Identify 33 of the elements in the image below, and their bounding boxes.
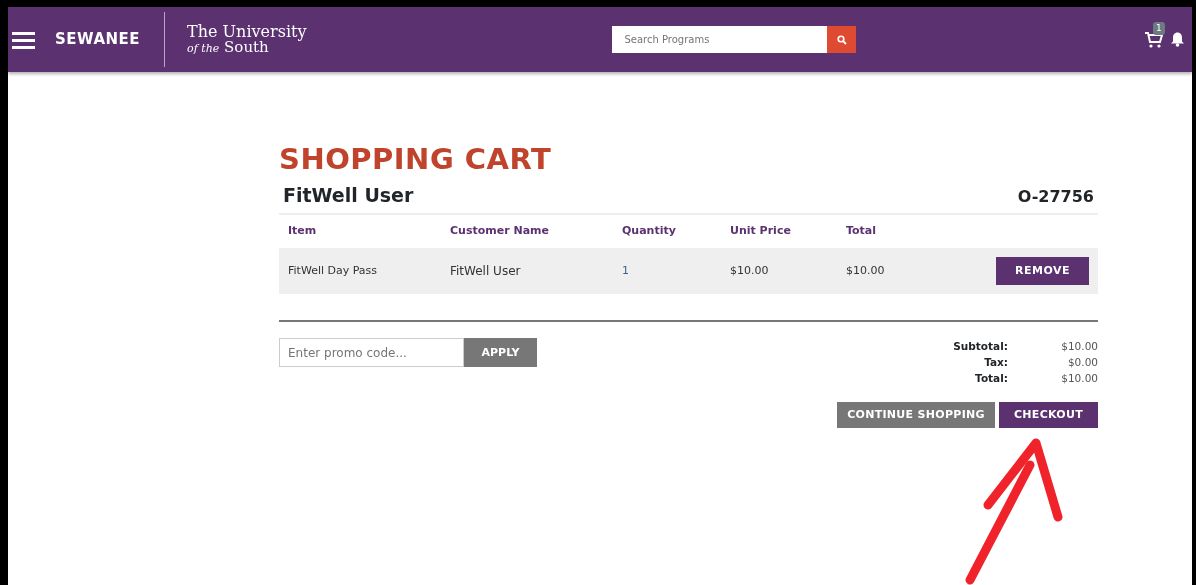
bell-icon[interactable] (1171, 32, 1184, 47)
search-icon (836, 34, 847, 45)
university-logo[interactable]: The University of the South (187, 24, 307, 55)
summary-value: $10.00 (1061, 340, 1098, 353)
table-cell: 1 (622, 263, 629, 277)
cart-icon[interactable] (1145, 31, 1163, 48)
continue-shopping-button[interactable]: CONTINUE SHOPPING (837, 402, 995, 429)
page-title: SHOPPING CART (279, 142, 553, 177)
summary-value: $10.00 (1061, 372, 1098, 385)
table-cell: FitWell User (450, 263, 521, 278)
summary-label: Tax: (984, 356, 1008, 369)
customer-name: FitWell User (283, 182, 414, 208)
cart-count: 1 (1153, 21, 1165, 35)
search-field[interactable]: Search Programs (612, 26, 828, 53)
order-number: O-27756 (1017, 186, 1094, 209)
menu-icon[interactable] (12, 30, 35, 49)
column-header: Quantity (622, 224, 676, 238)
promo-code-field[interactable]: Enter promo code... (279, 338, 464, 368)
table-cell: FitWell Day Pass (288, 263, 378, 277)
column-header: Total (846, 224, 877, 238)
column-header: Item (288, 224, 317, 238)
apply-button[interactable]: APPLY (464, 338, 537, 368)
column-header: Unit Price (730, 224, 791, 238)
table-cell: $10.00 (846, 263, 885, 277)
search-button[interactable] (827, 26, 857, 53)
remove-button[interactable]: REMOVE (996, 256, 1089, 286)
summary-label: Total: (975, 372, 1008, 385)
checkout-button[interactable]: CHECKOUT (999, 402, 1098, 429)
table-cell: $10.00 (730, 263, 769, 277)
column-header: Customer Name (450, 224, 549, 238)
summary-value: $0.00 (1067, 356, 1098, 369)
summary-label: Subtotal: (953, 340, 1008, 353)
brand-name[interactable]: SEWANEE (55, 28, 141, 51)
